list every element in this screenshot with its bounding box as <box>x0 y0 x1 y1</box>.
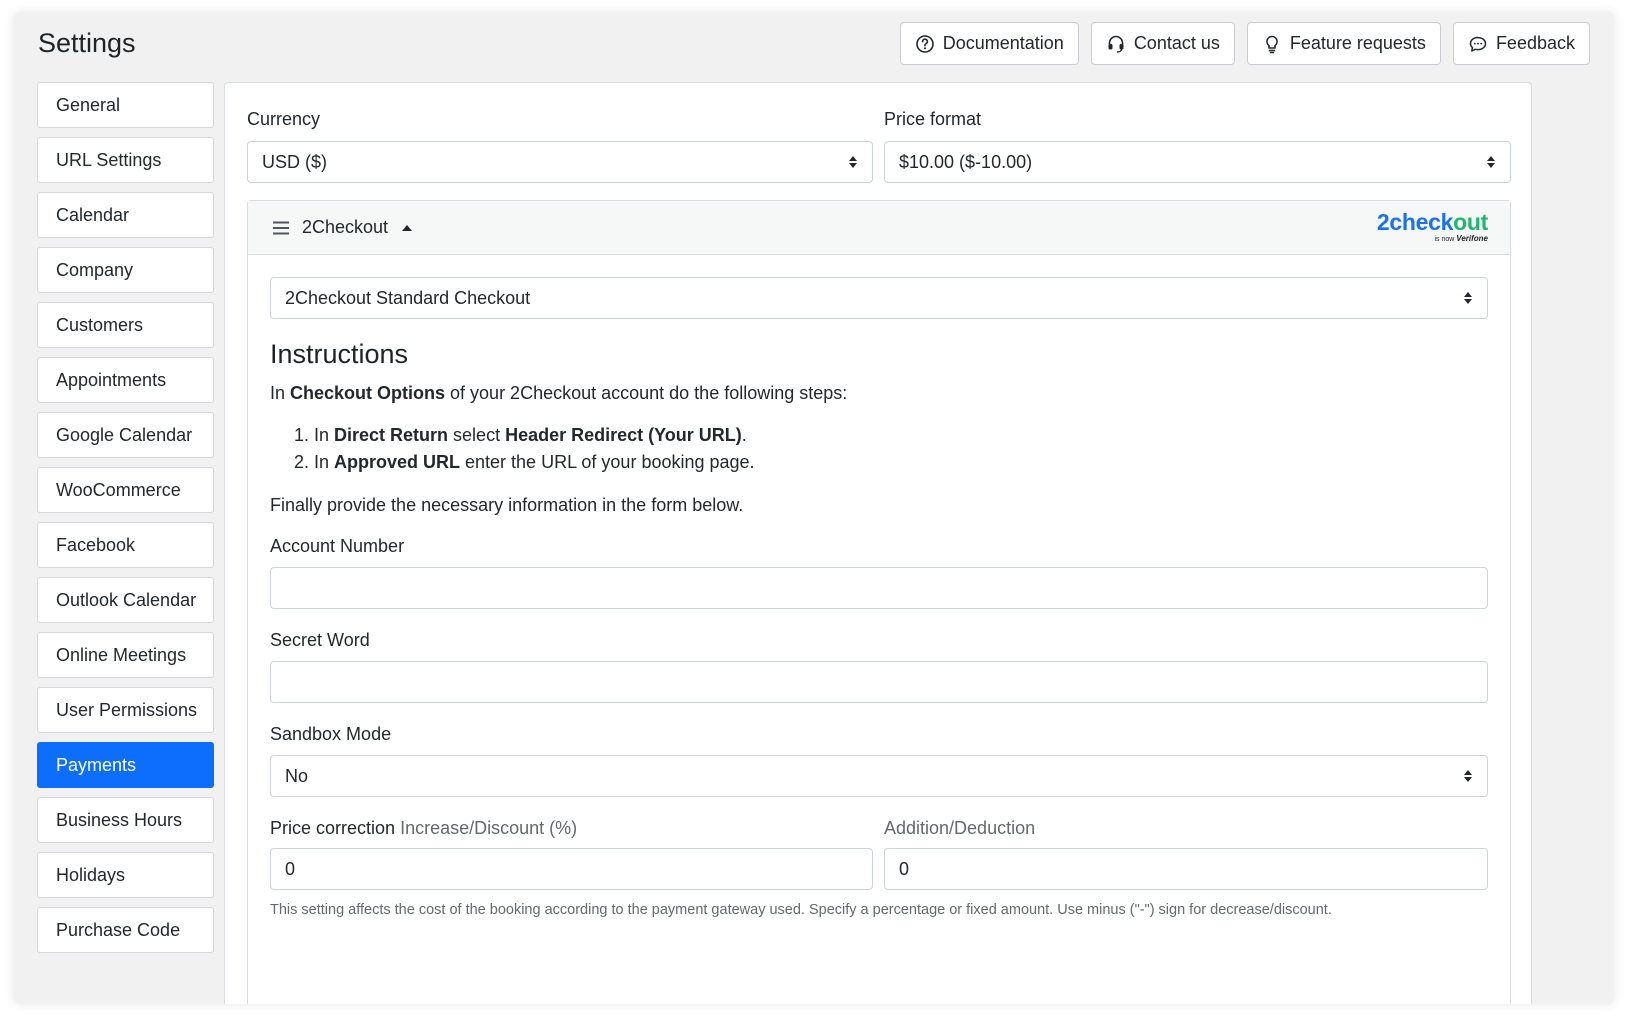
feature-requests-label: Feature requests <box>1289 33 1426 53</box>
sandbox-mode-label: Sandbox Mode <box>270 724 392 744</box>
increase-discount-value: 0 <box>285 858 296 879</box>
sidebar-item-facebook[interactable]: Facebook <box>37 522 214 568</box>
documentation-button[interactable]: Documentation <box>899 22 1079 65</box>
step-middle: enter the URL of your booking page. <box>460 452 755 472</box>
sidebar-item-google-calendar[interactable]: Google Calendar <box>37 412 214 458</box>
currency-value: USD ($) <box>262 151 328 172</box>
step-bold: Approved URL <box>334 452 461 472</box>
sidebar-item-outlook-calendar[interactable]: Outlook Calendar <box>37 577 214 623</box>
step-bold: Header Redirect (Your URL) <box>505 425 742 445</box>
settings-sidebar: General URL Settings Calendar Company Cu… <box>37 82 214 962</box>
secret-word-field[interactable] <box>270 661 1488 703</box>
sidebar-item-calendar[interactable]: Calendar <box>37 192 214 238</box>
gateway-card: 2Checkout 2checkout is now Verifone 2Che… <box>247 200 1511 1004</box>
instructions-steps: In Direct Return select Header Redirect … <box>314 422 1488 476</box>
sidebar-item-purchase-code[interactable]: Purchase Code <box>37 907 214 953</box>
instructions-title: Instructions <box>270 339 409 369</box>
question-circle-icon <box>915 34 934 53</box>
gateway-header[interactable]: 2Checkout 2checkout is now Verifone <box>248 201 1510 255</box>
checkout-type-select[interactable]: 2Checkout Standard Checkout <box>270 277 1488 319</box>
list-item: In Direct Return select Header Redirect … <box>314 422 1488 449</box>
sidebar-item-user-permissions[interactable]: User Permissions <box>37 687 214 733</box>
sidebar-item-payments[interactable]: Payments <box>37 742 214 788</box>
select-arrows-icon <box>849 156 857 168</box>
logo-sub: is now <box>1434 236 1455 243</box>
intro-suffix: of your 2Checkout account do the followi… <box>445 383 848 403</box>
price-correction-label: Price correction Increase/Discount (%) <box>270 818 577 839</box>
payments-panel: Currency USD ($) Price format $10.00 ($-… <box>224 82 1532 1004</box>
2checkout-logo: 2checkout is now Verifone <box>1376 209 1488 244</box>
sidebar-item-general[interactable]: General <box>37 82 214 128</box>
price-correction-row: Price correction Increase/Discount (%) 0… <box>270 818 1488 908</box>
step-middle: select <box>448 425 506 445</box>
feedback-label: Feedback <box>1495 33 1575 53</box>
sidebar-item-business-hours[interactable]: Business Hours <box>37 797 214 843</box>
documentation-label: Documentation <box>942 33 1064 53</box>
sidebar-item-company[interactable]: Company <box>37 247 214 293</box>
addition-deduction-value: 0 <box>899 858 910 879</box>
sidebar-item-appointments[interactable]: Appointments <box>37 357 214 403</box>
price-correction-title: Price correction <box>270 818 396 838</box>
increase-discount-field[interactable]: 0 <box>270 848 873 890</box>
price-format-label: Price format <box>884 109 982 129</box>
sidebar-item-woocommerce[interactable]: WooCommerce <box>37 467 214 513</box>
logo-text: 2checkout <box>1376 209 1488 235</box>
finally-text: Finally provide the necessary informatio… <box>270 495 744 515</box>
sidebar-item-holidays[interactable]: Holidays <box>37 852 214 898</box>
step-prefix: In <box>314 452 335 472</box>
sandbox-mode-select[interactable]: No <box>270 755 1488 797</box>
price-format-value: $10.00 ($-10.00) <box>899 151 1033 172</box>
addition-deduction-label: Addition/Deduction <box>884 818 1036 838</box>
drag-handle-icon[interactable] <box>272 221 290 235</box>
logo-brand: Verifone <box>1456 234 1488 243</box>
addition-deduction-field[interactable]: 0 <box>884 848 1488 890</box>
list-item: In Approved URL enter the URL of your bo… <box>314 449 1488 476</box>
sidebar-item-url-settings[interactable]: URL Settings <box>37 137 214 183</box>
instructions-intro: In Checkout Options of your 2Checkout ac… <box>270 380 1488 406</box>
settings-window: Settings Documentation Contact us Featur… <box>14 12 1614 1004</box>
sidebar-item-online-meetings[interactable]: Online Meetings <box>37 632 214 678</box>
checkout-type-value: 2Checkout Standard Checkout <box>285 287 531 308</box>
step-bold: Direct Return <box>334 425 449 445</box>
headset-icon <box>1108 35 1124 53</box>
select-arrows-icon <box>1464 292 1472 304</box>
currency-select[interactable]: USD ($) <box>247 141 873 183</box>
step-prefix: In <box>314 425 335 445</box>
intro-prefix: In <box>270 383 291 403</box>
feature-requests-button[interactable]: Feature requests <box>1246 22 1441 65</box>
select-arrows-icon <box>1464 770 1472 782</box>
feedback-button[interactable]: Feedback <box>1452 22 1590 65</box>
increase-discount-label: Increase/Discount (%) <box>400 818 578 838</box>
contact-us-button[interactable]: Contact us <box>1090 22 1235 65</box>
sidebar-item-customers[interactable]: Customers <box>37 302 214 348</box>
account-number-field[interactable] <box>270 567 1488 609</box>
step-suffix: . <box>741 425 747 445</box>
caret-up-icon[interactable] <box>402 224 413 231</box>
gateway-name: 2Checkout <box>302 217 389 237</box>
currency-label: Currency <box>247 109 321 129</box>
intro-bold: Checkout Options <box>290 383 446 403</box>
price-format-select[interactable]: $10.00 ($-10.00) <box>884 141 1511 183</box>
chat-bubble-icon <box>1469 36 1487 52</box>
header-actions: Documentation Contact us Feature request… <box>899 22 1590 65</box>
contact-us-label: Contact us <box>1133 33 1220 53</box>
select-arrows-icon <box>1487 156 1495 168</box>
account-number-label: Account Number <box>270 536 405 556</box>
page-title: Settings <box>38 28 136 58</box>
sandbox-mode-value: No <box>285 765 309 786</box>
gateway-body: 2Checkout Standard Checkout Instructions… <box>270 277 1488 918</box>
secret-word-label: Secret Word <box>270 630 370 650</box>
lightbulb-icon <box>1266 35 1278 53</box>
